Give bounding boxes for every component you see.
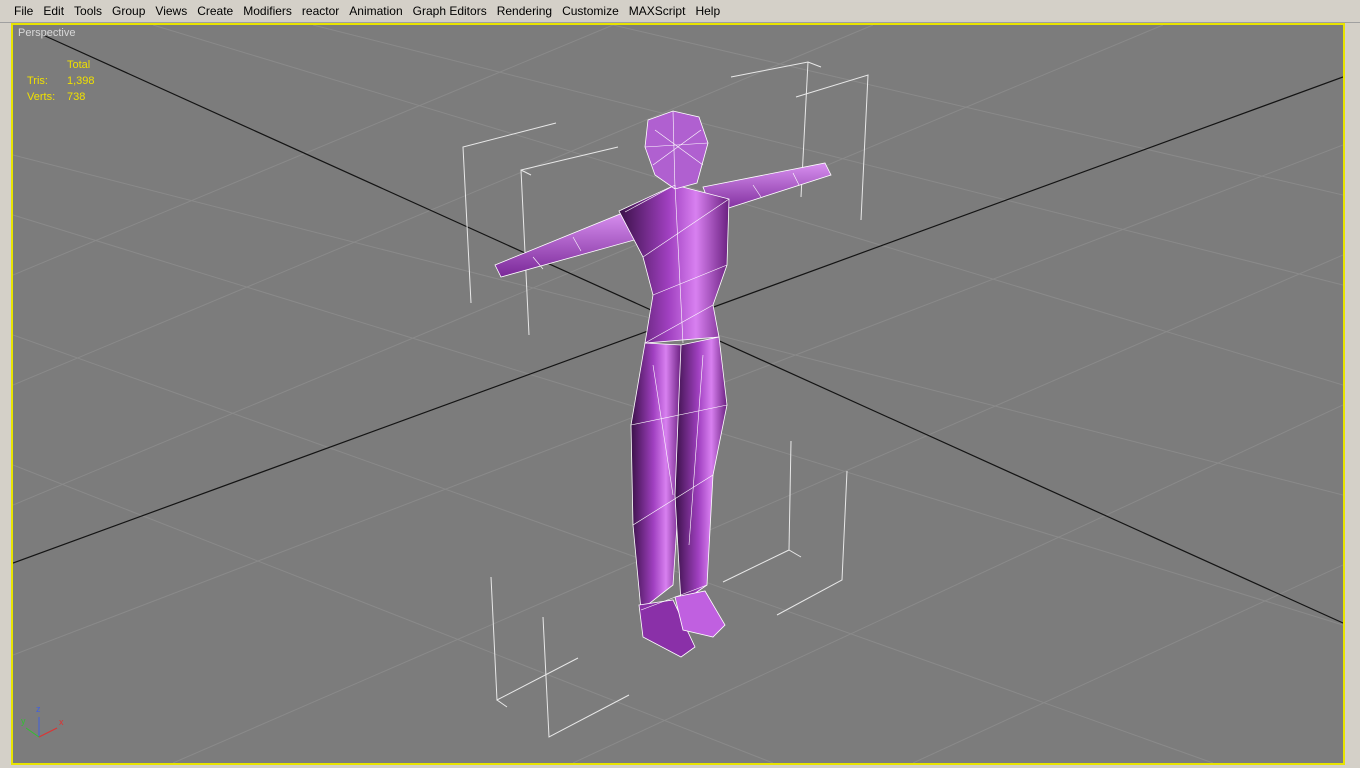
stats-verts-label: Verts:	[27, 91, 56, 103]
axis-gizmo	[25, 717, 58, 738]
menu-graph-editors[interactable]: Graph Editors	[408, 0, 492, 22]
left-arm	[494, 211, 646, 278]
menu-rendering[interactable]: Rendering	[492, 0, 557, 22]
menu-file[interactable]: File	[9, 0, 38, 22]
gizmo-y-label: y	[21, 716, 26, 726]
perspective-viewport[interactable]: Perspective Total Tris: 1,398 Verts: 738…	[11, 23, 1345, 765]
stats-verts-row: Verts: 738	[27, 89, 95, 105]
torso	[618, 184, 730, 344]
viewport-scene[interactable]	[13, 25, 1343, 763]
menu-help[interactable]: Help	[690, 0, 725, 22]
stats-tris-label: Tris:	[27, 75, 48, 87]
menu-edit[interactable]: Edit	[38, 0, 69, 22]
gizmo-z-label: z	[36, 704, 41, 714]
menu-create[interactable]: Create	[192, 0, 238, 22]
polygon-stats: Total Tris: 1,398 Verts: 738	[27, 57, 95, 105]
viewport-label[interactable]: Perspective	[18, 27, 75, 39]
menu-animation[interactable]: Animation	[344, 0, 407, 22]
stats-header: Total	[67, 59, 91, 71]
character-mesh[interactable]	[494, 110, 832, 658]
menu-modifiers[interactable]: Modifiers	[238, 0, 297, 22]
menu-group[interactable]: Group	[107, 0, 150, 22]
menu-reactor[interactable]: reactor	[297, 0, 344, 22]
right-leg	[674, 336, 728, 604]
stats-tris-value: 1,398	[67, 75, 95, 87]
stats-tris-row: Tris: 1,398	[27, 73, 95, 89]
max-app-window: File Edit Tools Group Views Create Modif…	[0, 0, 1360, 768]
menu-tools[interactable]: Tools	[69, 0, 107, 22]
stats-verts-value: 738	[67, 91, 86, 103]
menu-maxscript[interactable]: MAXScript	[624, 0, 691, 22]
head	[644, 110, 709, 190]
menu-bar: File Edit Tools Group Views Create Modif…	[0, 0, 1360, 23]
menu-views[interactable]: Views	[150, 0, 192, 22]
gizmo-x-label: x	[59, 717, 64, 727]
menu-customize[interactable]: Customize	[557, 0, 624, 22]
